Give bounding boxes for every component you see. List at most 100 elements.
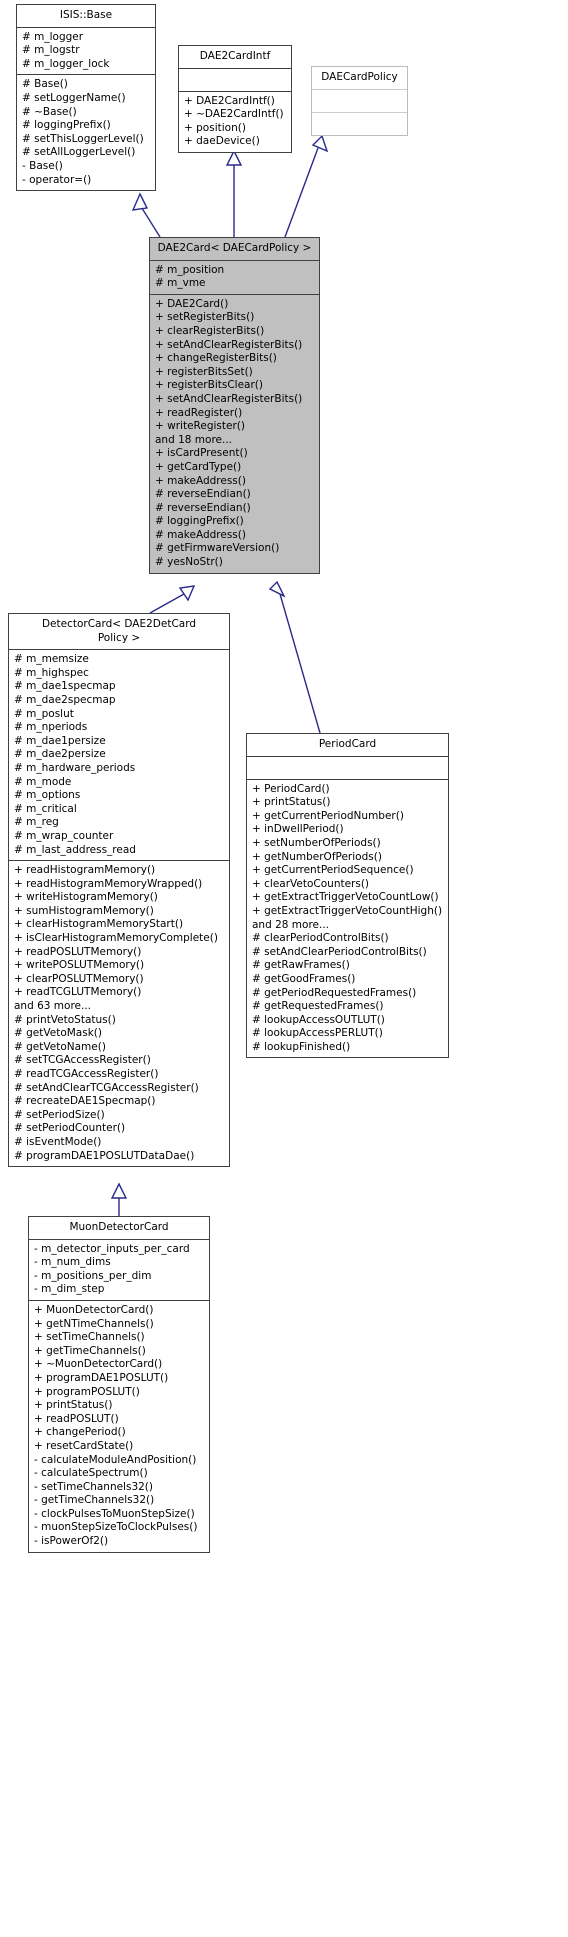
class-member-row: # ~Base() (22, 105, 77, 118)
class-title: DAE2Card< DAECardPolicy > (150, 238, 319, 261)
class-member-row: + setNumberOfPeriods() (252, 836, 381, 849)
class-member-row: + getCurrentPeriodNumber() (252, 809, 404, 822)
class-node-muondetectorcard[interactable]: MuonDetectorCard - m_detector_inputs_per… (28, 1216, 210, 1553)
class-member-row: # m_logger (22, 30, 84, 43)
class-operations: + PeriodCard() + printStatus() + getCurren… (247, 780, 448, 1058)
class-member-row: + clearRegisterBits() (155, 324, 265, 337)
class-member-row: + getNumberOfPeriods() (252, 850, 382, 863)
class-node-periodcard[interactable]: PeriodCard + PeriodCard() + printStatus()… (246, 733, 449, 1059)
class-member-row: + position() (184, 121, 246, 134)
class-member-row: + PeriodCard() (252, 782, 330, 795)
class-attributes (247, 757, 448, 780)
class-member-row: # getVetoName() (14, 1040, 106, 1053)
class-member-row: # m_memsize (14, 653, 89, 666)
class-member-row: - getTimeChannels32() (34, 1494, 155, 1507)
edge-periodcard-to-dae2card (268, 580, 321, 734)
class-member-row: # m_position (155, 263, 225, 276)
class-member-row: + ~MuonDetectorCard() (34, 1358, 163, 1371)
class-member-row: + DAE2CardIntf() (184, 94, 275, 107)
class-member-row: # yesNoStr() (155, 556, 223, 569)
class-operations (312, 113, 407, 135)
class-member-row: # m_vme (155, 277, 206, 290)
class-title: DAE2CardIntf (179, 46, 291, 69)
class-title: DetectorCard< DAE2DetCard Policy > (9, 614, 229, 651)
class-member-row: # setThisLoggerLevel() (22, 132, 144, 145)
class-member-row: # m_hardware_periods (14, 761, 136, 774)
class-node-daecardpolicy[interactable]: DAECardPolicy (311, 66, 408, 136)
class-member-row: + readRegister() (155, 406, 243, 419)
class-member-row: + daeDevice() (184, 135, 260, 148)
class-member-row: + registerBitsClear() (155, 379, 263, 392)
edge-dae2card-to-isis-base (131, 192, 161, 238)
class-member-row: # setTCGAccessRegister() (14, 1054, 151, 1067)
class-member-row: + inDwellPeriod() (252, 823, 344, 836)
class-member-row: # recreateDAE1Specmap() (14, 1095, 156, 1108)
class-diagram-canvas: ISIS::Base # m_logger # m_logstr # m_logge… (0, 0, 568, 1937)
edge-dae2card-to-dae2cardintf (225, 149, 243, 237)
class-member-row: + isClearHistogramMemoryComplete() (14, 932, 218, 945)
class-member-row: - m_dim_step (34, 1283, 105, 1296)
class-operations: + readHistogramMemory() + readHistogramMe… (9, 861, 229, 1166)
class-member-row: # m_reg (14, 816, 59, 829)
class-member-row: + writeRegister() (155, 420, 245, 433)
class-member-row: + resetCardState() (34, 1439, 134, 1452)
class-member-row: # getVetoMask() (14, 1027, 102, 1040)
class-attributes (179, 69, 291, 92)
class-member-row: # lookupAccessPERLUT() (252, 1027, 383, 1040)
class-member-row: # m_dae2persize (14, 748, 106, 761)
class-member-row: # readTCGAccessRegister() (14, 1068, 159, 1080)
class-member-row: + programPOSLUT() (34, 1385, 140, 1398)
class-member-row: + clearPOSLUTMemory() (14, 972, 144, 985)
class-member-row: # getRawFrames() (252, 959, 350, 972)
class-member-row: # loggingPrefix() (22, 119, 111, 132)
class-member-row: + getExtractTriggerVetoCountLow() (252, 891, 439, 904)
class-member-row: + clearVetoCounters() (252, 877, 370, 890)
class-member-row: # printVetoStatus() (14, 1013, 116, 1026)
class-member-row: # getGoodFrames() (252, 972, 356, 985)
class-attributes: # m_logger # m_logstr # m_logger_lock (17, 28, 155, 76)
class-member-row: # m_wrap_counter (14, 829, 114, 842)
class-node-dae2card[interactable]: DAE2Card< DAECardPolicy > # m_position # … (149, 237, 320, 574)
class-member-row: + MuonDetectorCard() (34, 1303, 154, 1316)
class-member-row: - operator=() (22, 173, 92, 186)
class-member-row: + getTimeChannels() (34, 1344, 146, 1357)
class-member-row: + makeAddress() (155, 474, 246, 487)
class-title: MuonDetectorCard (29, 1217, 209, 1240)
class-member-row: # Base() (22, 78, 68, 91)
class-member-row: # getFirmwareVersion() (155, 542, 280, 555)
class-member-row: - isPowerOf2() (34, 1535, 109, 1548)
class-member-row: - clockPulsesToMuonStepSize() (34, 1507, 195, 1520)
class-node-dae2cardintf[interactable]: DAE2CardIntf + DAE2CardIntf() + ~DAE2Card… (178, 45, 292, 153)
class-member-row: + getCardType() (155, 460, 242, 473)
class-member-row: - calculateSpectrum() (34, 1467, 148, 1480)
class-member-row: # m_poslut (14, 707, 74, 720)
class-member-row: + writePOSLUTMemory() (14, 959, 145, 972)
class-member-row: - calculateModuleAndPosition() (34, 1453, 197, 1466)
class-attributes (312, 90, 407, 113)
class-member-row: # setAndClearTCGAccessRegister() (14, 1081, 199, 1094)
class-member-row: # m_dae2specmap (14, 693, 116, 706)
class-member-row: # isEventMode() (14, 1135, 102, 1148)
class-member-row: # m_dae1persize (14, 734, 106, 747)
class-member-row: # reverseEndian() (155, 501, 251, 514)
class-node-isis-base[interactable]: ISIS::Base # m_logger # m_logstr # m_logge… (16, 4, 156, 192)
class-member-row: # m_logstr (22, 44, 80, 57)
class-member-row: - Base() (22, 159, 63, 172)
class-member-row: + setTimeChannels() (34, 1331, 145, 1344)
class-member-row: - setTimeChannels32() (34, 1480, 154, 1493)
class-member-row: # m_logger_lock (22, 57, 110, 70)
class-member-row: + printStatus() (34, 1399, 113, 1412)
class-member-row: # m_nperiods (14, 721, 88, 734)
class-attributes: - m_detector_inputs_per_card - m_num_dims… (29, 1240, 209, 1301)
class-member-row: # m_options (14, 789, 81, 802)
class-member-row: # m_mode (14, 775, 72, 788)
class-member-row: # m_last_address_read (14, 843, 136, 856)
class-member-row: # makeAddress() (155, 528, 246, 541)
class-title: ISIS::Base (17, 5, 155, 28)
class-member-row: + setAndClearRegisterBits() (155, 392, 303, 405)
class-member-row: and 28 more... (252, 918, 330, 931)
class-member-row: + setAndClearRegisterBits() (155, 338, 303, 351)
class-operations: + MuonDetectorCard() + getNTimeChannels()… (29, 1301, 209, 1552)
class-operations: + DAE2CardIntf() + ~DAE2CardIntf() + posit… (179, 92, 291, 152)
class-node-detectorcard[interactable]: DetectorCard< DAE2DetCard Policy > # m_m… (8, 613, 230, 1168)
